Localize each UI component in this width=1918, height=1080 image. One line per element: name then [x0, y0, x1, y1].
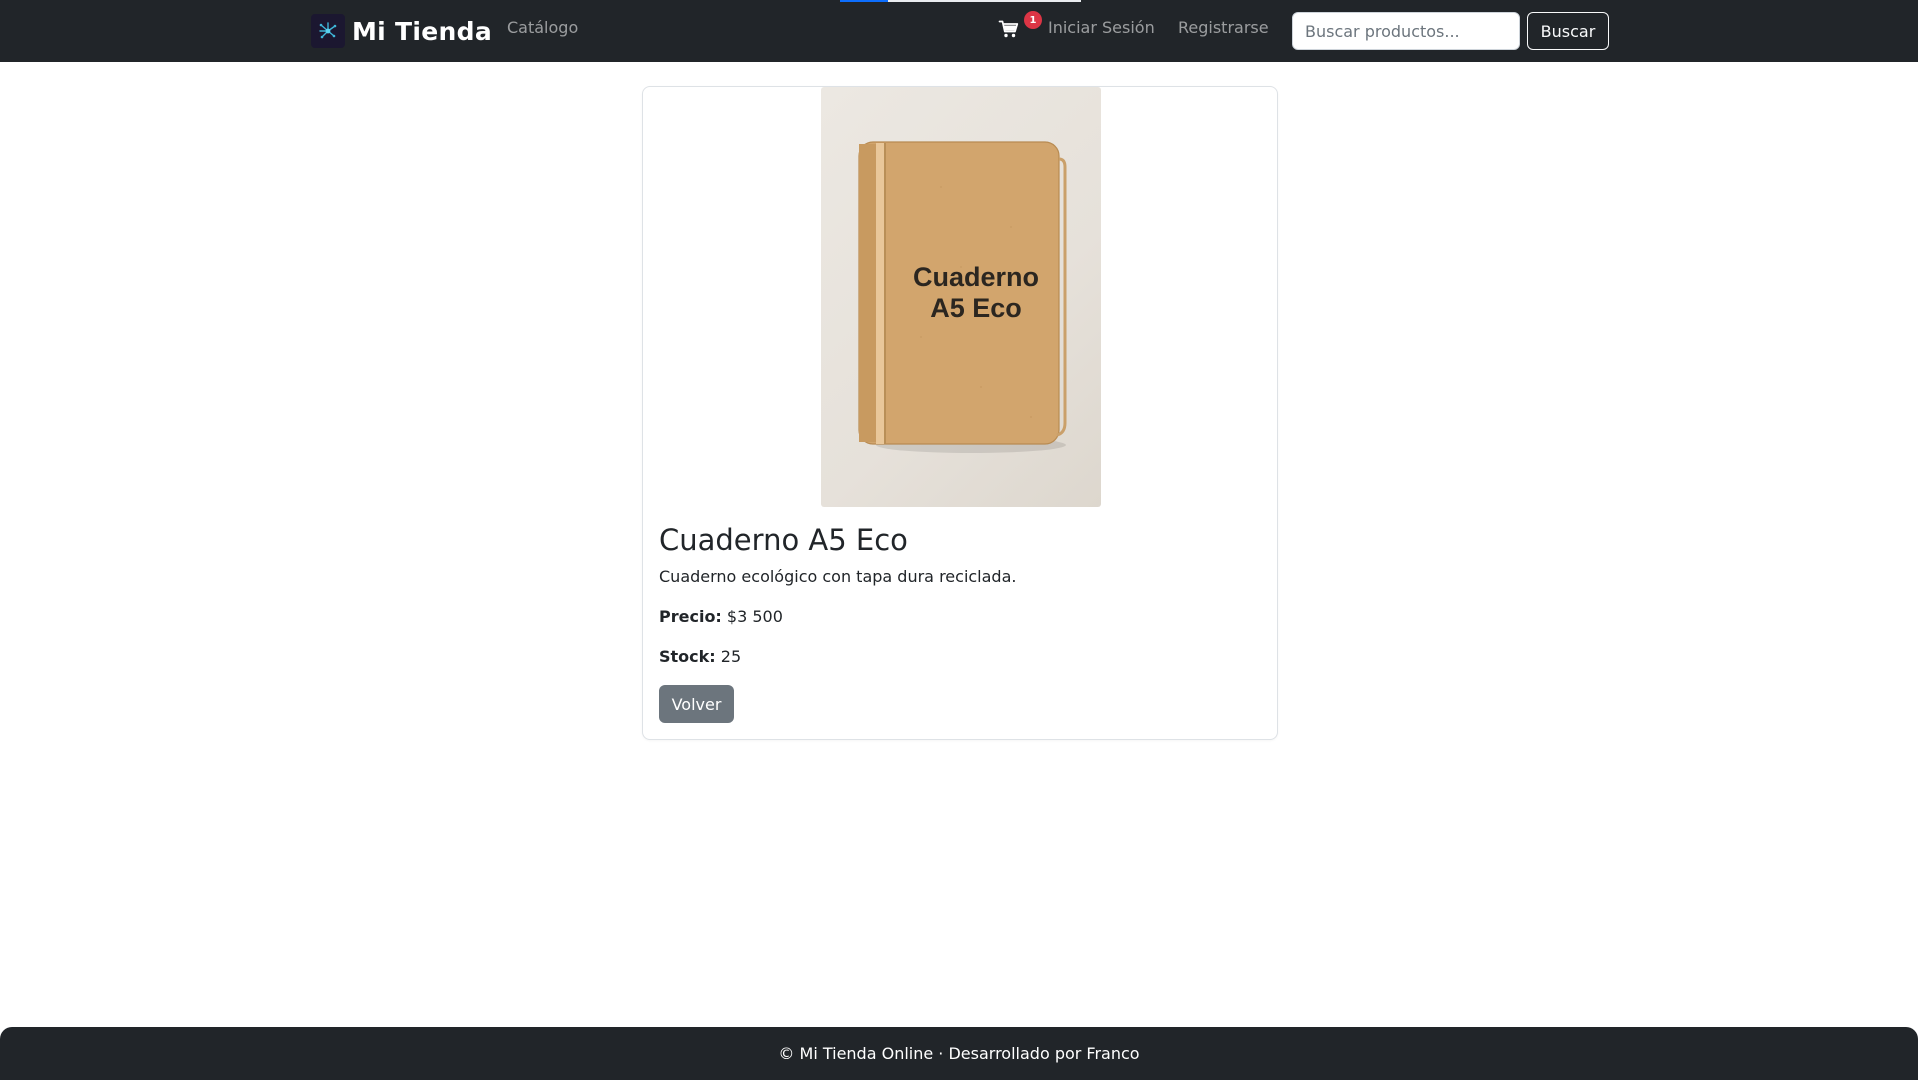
stock-value: 25 [720, 647, 742, 666]
product-card: Cuaderno A5 Eco Cuaderno A5 Eco Cuaderno… [642, 86, 1278, 740]
network-logo-icon [311, 14, 345, 48]
product-image: Cuaderno A5 Eco [821, 87, 1101, 507]
search-input[interactable] [1292, 12, 1520, 50]
price-label: Precio: [659, 607, 722, 626]
footer: © Mi Tienda Online · Desarrollado por Fr… [0, 1027, 1918, 1080]
stock-label: Stock: [659, 647, 716, 666]
product-image-caption: Cuaderno A5 Eco [912, 262, 1039, 323]
nav-link-login[interactable]: Iniciar Sesión [1048, 18, 1155, 37]
top-navbar: Mi Tienda Catálogo 1 Iniciar Sesión Regi… [0, 0, 1918, 62]
loading-indicator-track [888, 0, 1081, 2]
footer-text: © Mi Tienda Online · Desarrollado por Fr… [778, 1044, 1140, 1063]
brand-link[interactable]: Mi Tienda [311, 14, 492, 48]
nav-link-register[interactable]: Registrarse [1178, 18, 1269, 37]
product-title: Cuaderno A5 Eco [659, 523, 908, 557]
brand-name: Mi Tienda [352, 16, 492, 46]
shopping-cart-icon [998, 20, 1020, 44]
back-button[interactable]: Volver [659, 685, 734, 723]
product-stock: Stock: 25 [659, 647, 741, 666]
cart-count-badge: 1 [1024, 11, 1042, 29]
price-value: $3 500 [726, 607, 783, 626]
product-description: Cuaderno ecológico con tapa dura recicla… [659, 567, 1017, 586]
loading-indicator-active [840, 0, 888, 2]
cart-button[interactable] [998, 18, 1024, 44]
product-price: Precio: $3 500 [659, 607, 783, 626]
search-button[interactable]: Buscar [1527, 12, 1609, 50]
nav-link-catalog[interactable]: Catálogo [507, 18, 578, 37]
